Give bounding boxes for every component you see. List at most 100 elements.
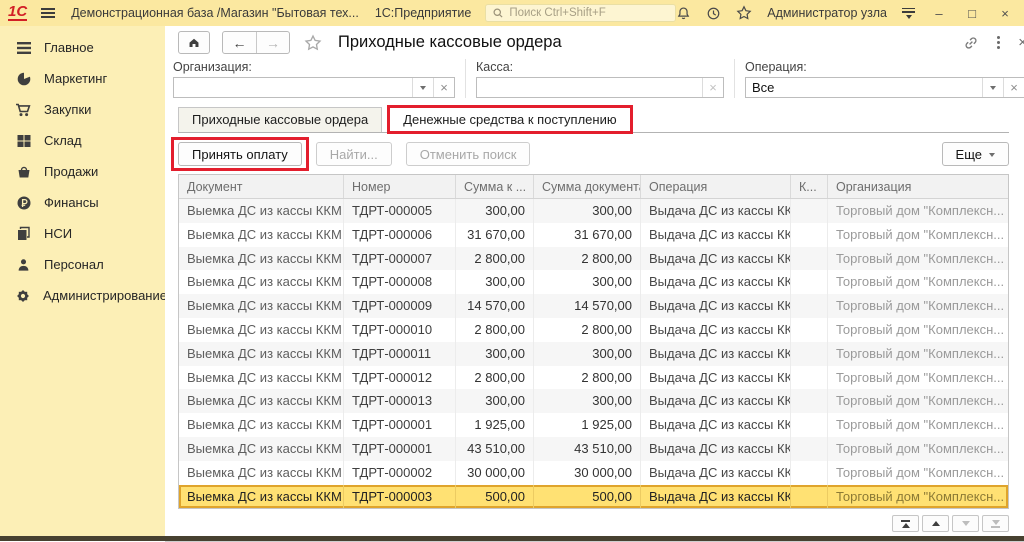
column-header-number[interactable]: Номер: [344, 175, 456, 198]
go-last-button[interactable]: [982, 515, 1009, 532]
cell-organization: Торговый дом "Комплексн...: [828, 270, 1008, 294]
tab-funds-to-receive[interactable]: Денежные средства к поступлению: [389, 107, 630, 133]
sidebar-item[interactable]: Главное: [0, 32, 165, 63]
cell-sum-due: 31 670,00: [456, 223, 534, 247]
cell-sum-document: 2 800,00: [534, 318, 641, 342]
table-row[interactable]: Выемка ДС из кассы ККМ ... ТДРТ-000007 2…: [179, 247, 1008, 271]
table-row[interactable]: Выемка ДС из кассы ККМ ... ТДРТ-000006 3…: [179, 223, 1008, 247]
table-row[interactable]: Выемка ДС из кассы ККМ ... ТДРТ-000005 3…: [179, 199, 1008, 223]
table-row[interactable]: Выемка ДС из кассы ККМ ... ТДРТ-000011 3…: [179, 342, 1008, 366]
column-header-organization[interactable]: Организация: [828, 175, 1008, 198]
table-row[interactable]: Выемка ДС из кассы ККМ ... ТДРТ-000013 3…: [179, 389, 1008, 413]
more-menu-icon[interactable]: [997, 36, 1000, 39]
cell-sum-document: 31 670,00: [534, 223, 641, 247]
search-input[interactable]: [509, 7, 669, 19]
cell-document: Выемка ДС из кассы ККМ ...: [179, 294, 344, 318]
go-up-button[interactable]: [922, 515, 949, 532]
favorites-star-icon[interactable]: [736, 5, 752, 21]
cell-organization: Торговый дом "Комплексн...: [828, 389, 1008, 413]
column-header-sum-due[interactable]: Сумма к ...: [456, 175, 534, 198]
cell-document: Выемка ДС из кассы ККМ ...: [179, 461, 344, 485]
chevron-down-icon: [420, 86, 426, 90]
table-row[interactable]: Выемка ДС из кассы ККМ ... ТДРТ-000008 3…: [179, 270, 1008, 294]
organization-input[interactable]: ×: [173, 77, 455, 98]
column-header-k[interactable]: К...: [791, 175, 828, 198]
dropdown-button[interactable]: [982, 78, 1003, 97]
sidebar-item[interactable]: НСИ: [0, 218, 165, 249]
gear-icon: [15, 287, 31, 304]
table-row[interactable]: Выемка ДС из кассы ККМ ... ТДРТ-000003 5…: [179, 485, 1008, 509]
cell-operation: Выдача ДС из кассы ККМ: [641, 413, 791, 437]
cell-document: Выемка ДС из кассы ККМ ...: [179, 389, 344, 413]
get-link-icon[interactable]: [963, 35, 979, 51]
clear-button[interactable]: ×: [1003, 78, 1024, 97]
cancel-search-button[interactable]: Отменить поиск: [406, 142, 531, 166]
operation-input[interactable]: Все ×: [745, 77, 1024, 98]
find-button[interactable]: Найти...: [316, 142, 392, 166]
more-actions-button[interactable]: Еще: [942, 142, 1009, 166]
table-row[interactable]: Выемка ДС из кассы ККМ ... ТДРТ-000002 3…: [179, 461, 1008, 485]
maximize-button[interactable]: □: [963, 6, 981, 21]
page-title: Приходные кассовые ордера: [338, 33, 562, 52]
notifications-bell-icon[interactable]: [676, 6, 691, 21]
command-bar: Принять оплату Найти... Отменить поиск Е…: [178, 142, 1009, 166]
back-button[interactable]: ←: [223, 32, 256, 53]
warehouse-icon: [15, 132, 32, 149]
go-down-button[interactable]: [952, 515, 979, 532]
table-nav: [165, 515, 1009, 532]
clear-button[interactable]: ×: [702, 78, 723, 97]
sidebar-item[interactable]: Персонал: [0, 249, 165, 280]
cell-operation: Выдача ДС из кассы ККМ: [641, 437, 791, 461]
search-icon: [492, 7, 504, 19]
current-user[interactable]: Администратор узла: [767, 6, 887, 20]
sidebar-item[interactable]: Продажи: [0, 156, 165, 187]
table-row[interactable]: Выемка ДС из кассы ККМ ... ТДРТ-000010 2…: [179, 318, 1008, 342]
sidebar-item[interactable]: Закупки: [0, 94, 165, 125]
main-menu-icon[interactable]: [41, 8, 55, 18]
history-icon[interactable]: [706, 6, 721, 21]
tab-cash-receipt-orders[interactable]: Приходные кассовые ордера: [178, 107, 382, 132]
cell-sum-due: 30 000,00: [456, 461, 534, 485]
cell-number: ТДРТ-000002: [344, 461, 456, 485]
add-favorite-star-icon[interactable]: [304, 34, 322, 52]
table-row[interactable]: Выемка ДС из кассы ККМ ... ТДРТ-000001 1…: [179, 413, 1008, 437]
forward-button[interactable]: →: [256, 32, 289, 53]
window-title: Демонстрационная база /Магазин "Бытовая …: [71, 6, 359, 20]
sidebar-item-label: Маркетинг: [44, 71, 107, 86]
cell-document: Выемка ДС из кассы ККМ ...: [179, 366, 344, 390]
clear-button[interactable]: ×: [433, 78, 454, 97]
home-button[interactable]: [178, 31, 210, 54]
cashbox-input[interactable]: ×: [476, 77, 724, 98]
minimize-button[interactable]: –: [930, 6, 948, 21]
sidebar-item[interactable]: Маркетинг: [0, 63, 165, 94]
sidebar-item[interactable]: Администрирование: [0, 280, 165, 311]
service-menu-icon[interactable]: [902, 8, 915, 19]
cell-number: ТДРТ-000011: [344, 342, 456, 366]
cell-number: ТДРТ-000008: [344, 270, 456, 294]
global-search[interactable]: [485, 4, 676, 22]
close-window-button[interactable]: ×: [996, 6, 1014, 21]
column-header-document[interactable]: Документ: [179, 175, 344, 198]
sidebar-item[interactable]: Склад: [0, 125, 165, 156]
column-header-operation[interactable]: Операция: [641, 175, 791, 198]
sidebar-item[interactable]: Финансы: [0, 187, 165, 218]
go-first-button[interactable]: [892, 515, 919, 532]
cell-sum-due: 300,00: [456, 342, 534, 366]
column-header-sum-document[interactable]: Сумма документа: [534, 175, 641, 198]
cell-sum-document: 14 570,00: [534, 294, 641, 318]
dropdown-button[interactable]: [412, 78, 433, 97]
table-row[interactable]: Выемка ДС из кассы ККМ ... ТДРТ-000012 2…: [179, 366, 1008, 390]
table-row[interactable]: Выемка ДС из кассы ККМ ... ТДРТ-000009 1…: [179, 294, 1008, 318]
close-form-button[interactable]: ×: [1018, 34, 1024, 51]
accept-payment-button[interactable]: Принять оплату: [178, 142, 302, 166]
table-row[interactable]: Выемка ДС из кассы ККМ ... ТДРТ-000001 4…: [179, 437, 1008, 461]
cell-k: [791, 199, 828, 223]
cell-operation: Выдача ДС из кассы ККМ: [641, 270, 791, 294]
cell-document: Выемка ДС из кассы ККМ ...: [179, 342, 344, 366]
cell-k: [791, 389, 828, 413]
cell-k: [791, 223, 828, 247]
table-header: Документ Номер Сумма к ... Сумма докумен…: [179, 175, 1008, 199]
ruble-icon: [15, 194, 32, 211]
filters-row: Организация: × Касса: × Операция:: [165, 57, 1024, 102]
clear-x-icon: ×: [709, 81, 717, 94]
